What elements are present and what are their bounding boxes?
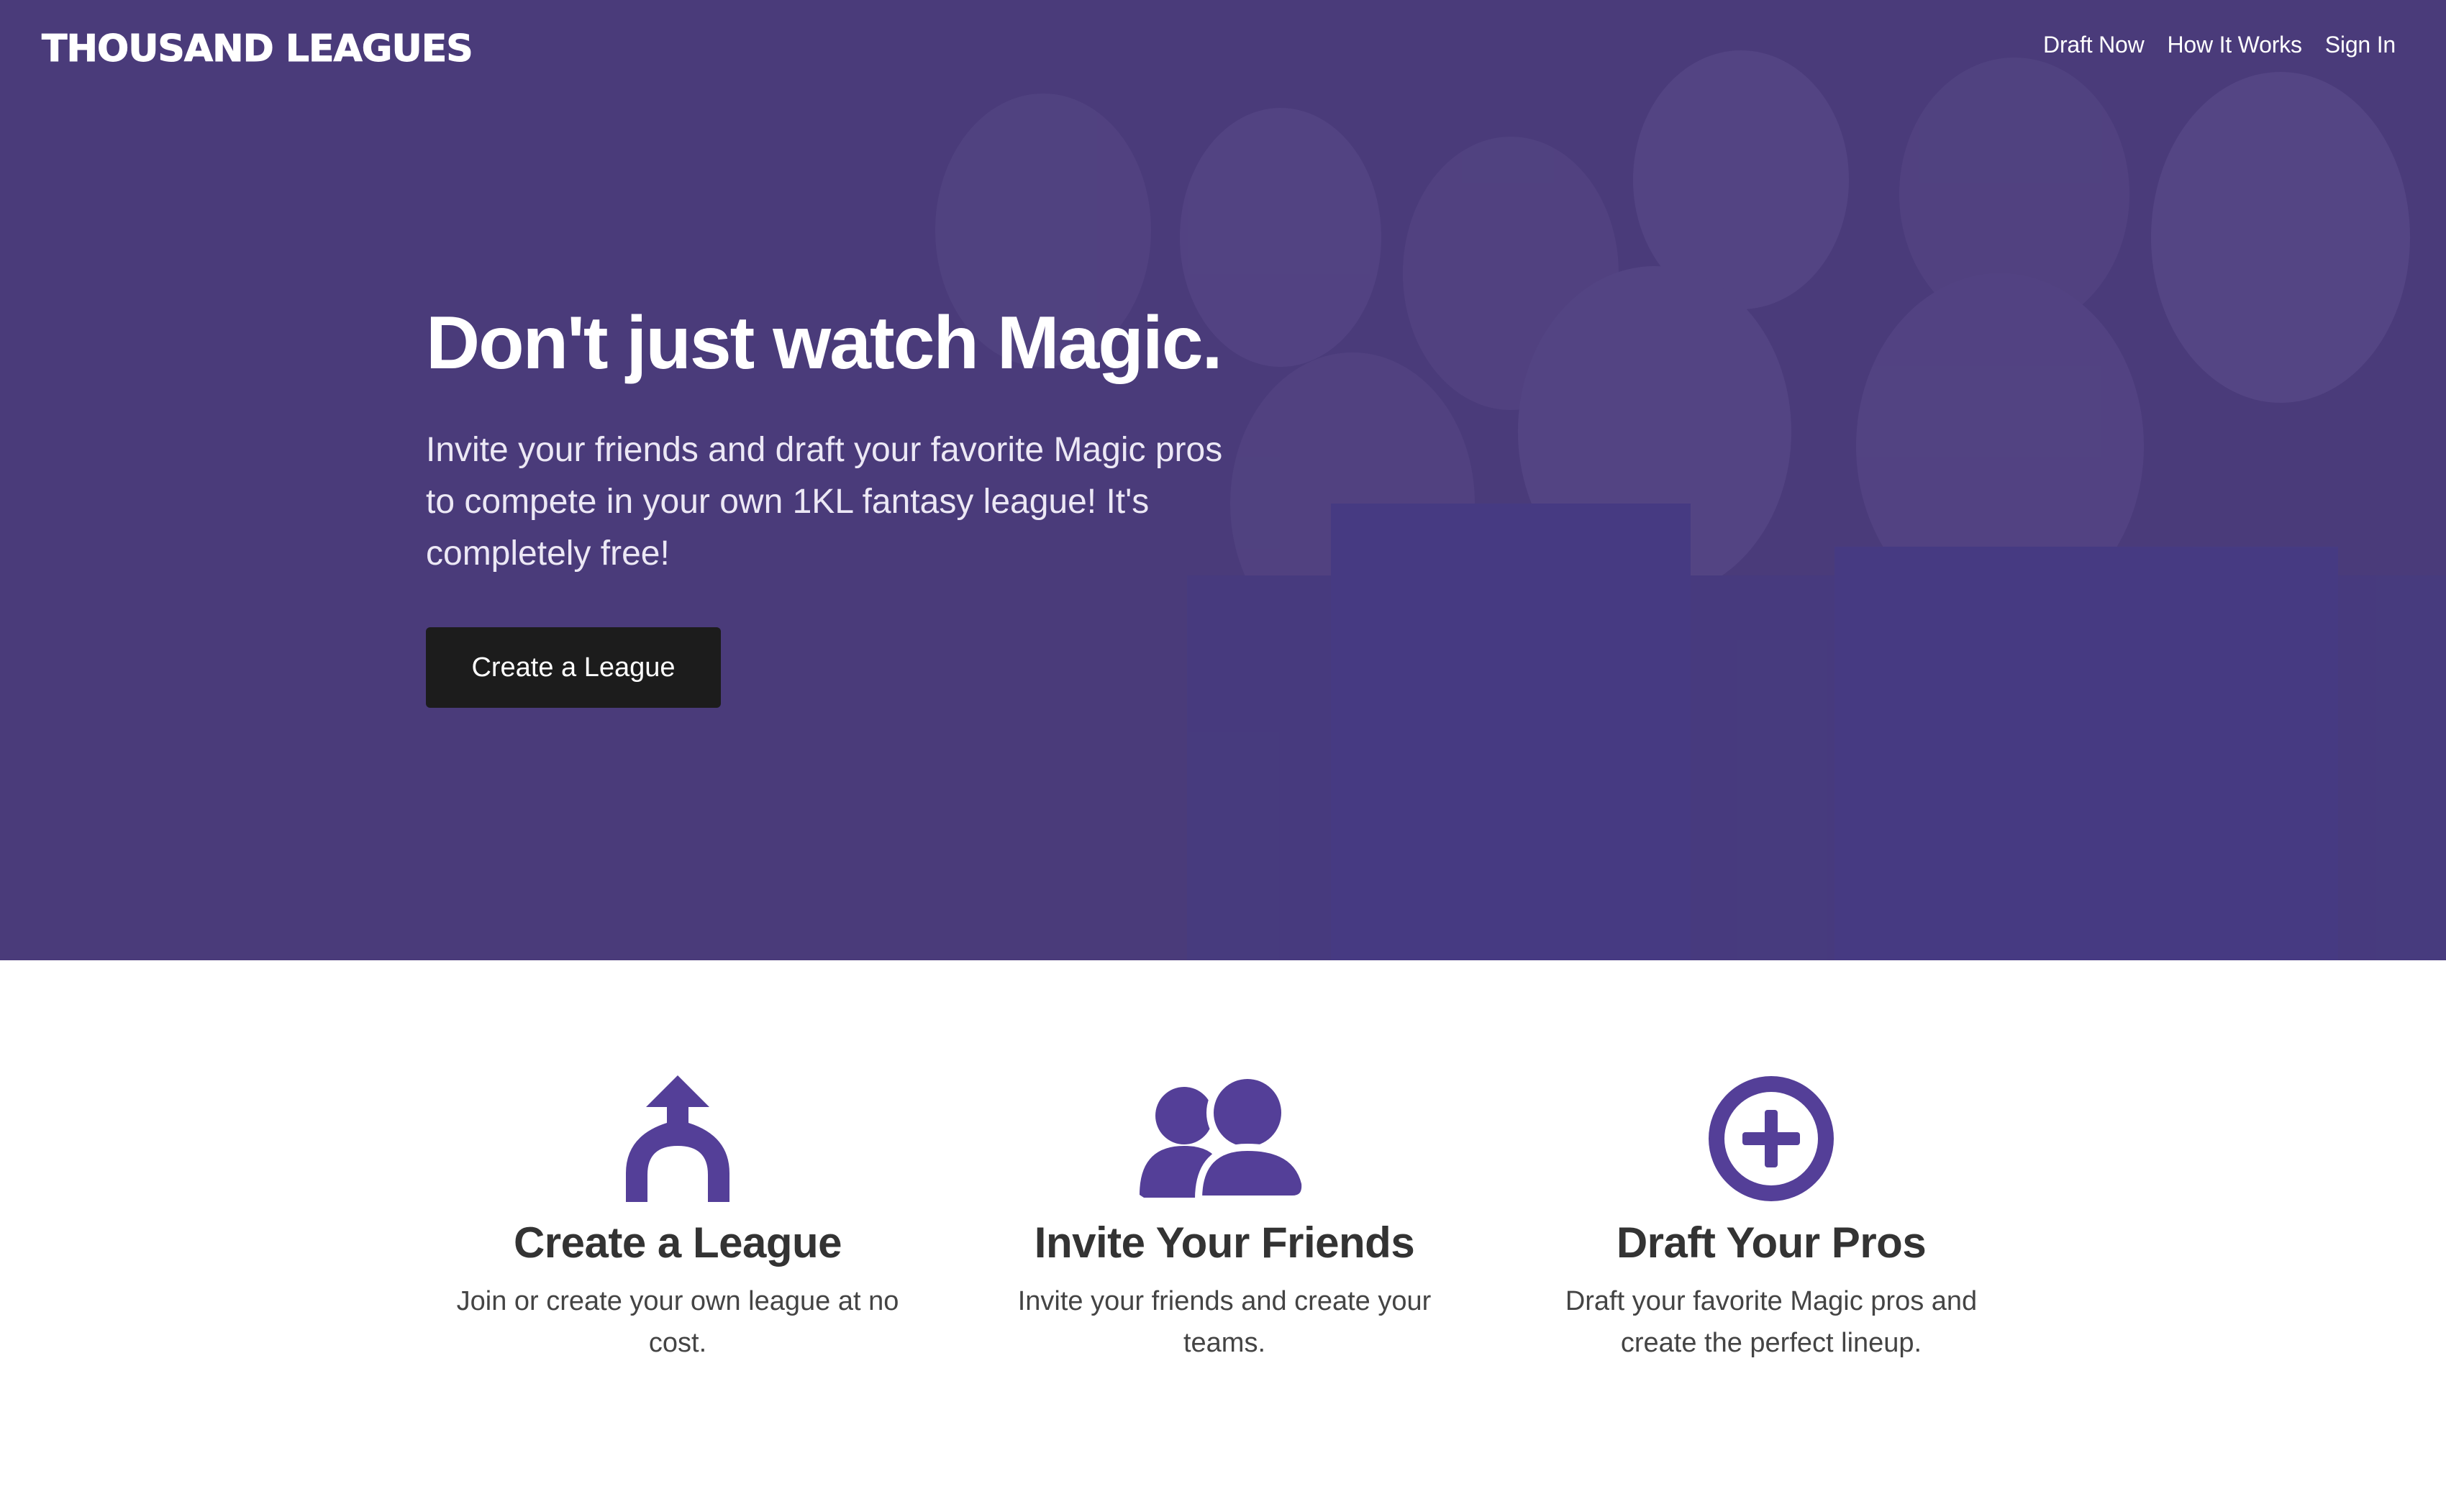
nav-draft-now[interactable]: Draft Now: [2043, 32, 2145, 58]
nav-sign-in[interactable]: Sign In: [2325, 32, 2396, 58]
features-section: Create a League Join or create your own …: [0, 960, 2446, 1512]
plus-circle-icon: [1512, 1075, 2030, 1202]
create-league-button[interactable]: Create a League: [426, 627, 721, 708]
feature-invite-friends: Invite Your Friends Invite your friends …: [965, 1075, 1483, 1364]
feature-draft-pros: Draft Your Pros Draft your favorite Magi…: [1512, 1075, 2030, 1364]
hero-title: Don't just watch Magic.: [426, 301, 1222, 385]
feature-text: Draft your favorite Magic pros and creat…: [1565, 1286, 1978, 1358]
feature-title: Draft Your Pros: [1616, 1219, 1927, 1267]
nav-how-it-works[interactable]: How It Works: [2168, 32, 2302, 58]
users-icon: [965, 1075, 1483, 1202]
feature-text: Join or create your own league at no cos…: [456, 1286, 899, 1358]
feature-text: Invite your friends and create your team…: [1017, 1286, 1432, 1358]
feature-create-league: Create a League Join or create your own …: [419, 1075, 937, 1364]
site-logo[interactable]: THOUSAND LEAGUES: [42, 27, 474, 71]
top-nav: Draft Now How It Works Sign In: [2043, 32, 2396, 58]
hero-subtitle: Invite your friends and draft your favor…: [426, 431, 1223, 573]
feature-title: Create a League: [513, 1219, 842, 1267]
merge-arrow-icon: [419, 1075, 937, 1202]
feature-title: Invite Your Friends: [1034, 1219, 1415, 1267]
hero-section: THOUSAND LEAGUES Draft Now How It Works …: [0, 0, 2446, 960]
